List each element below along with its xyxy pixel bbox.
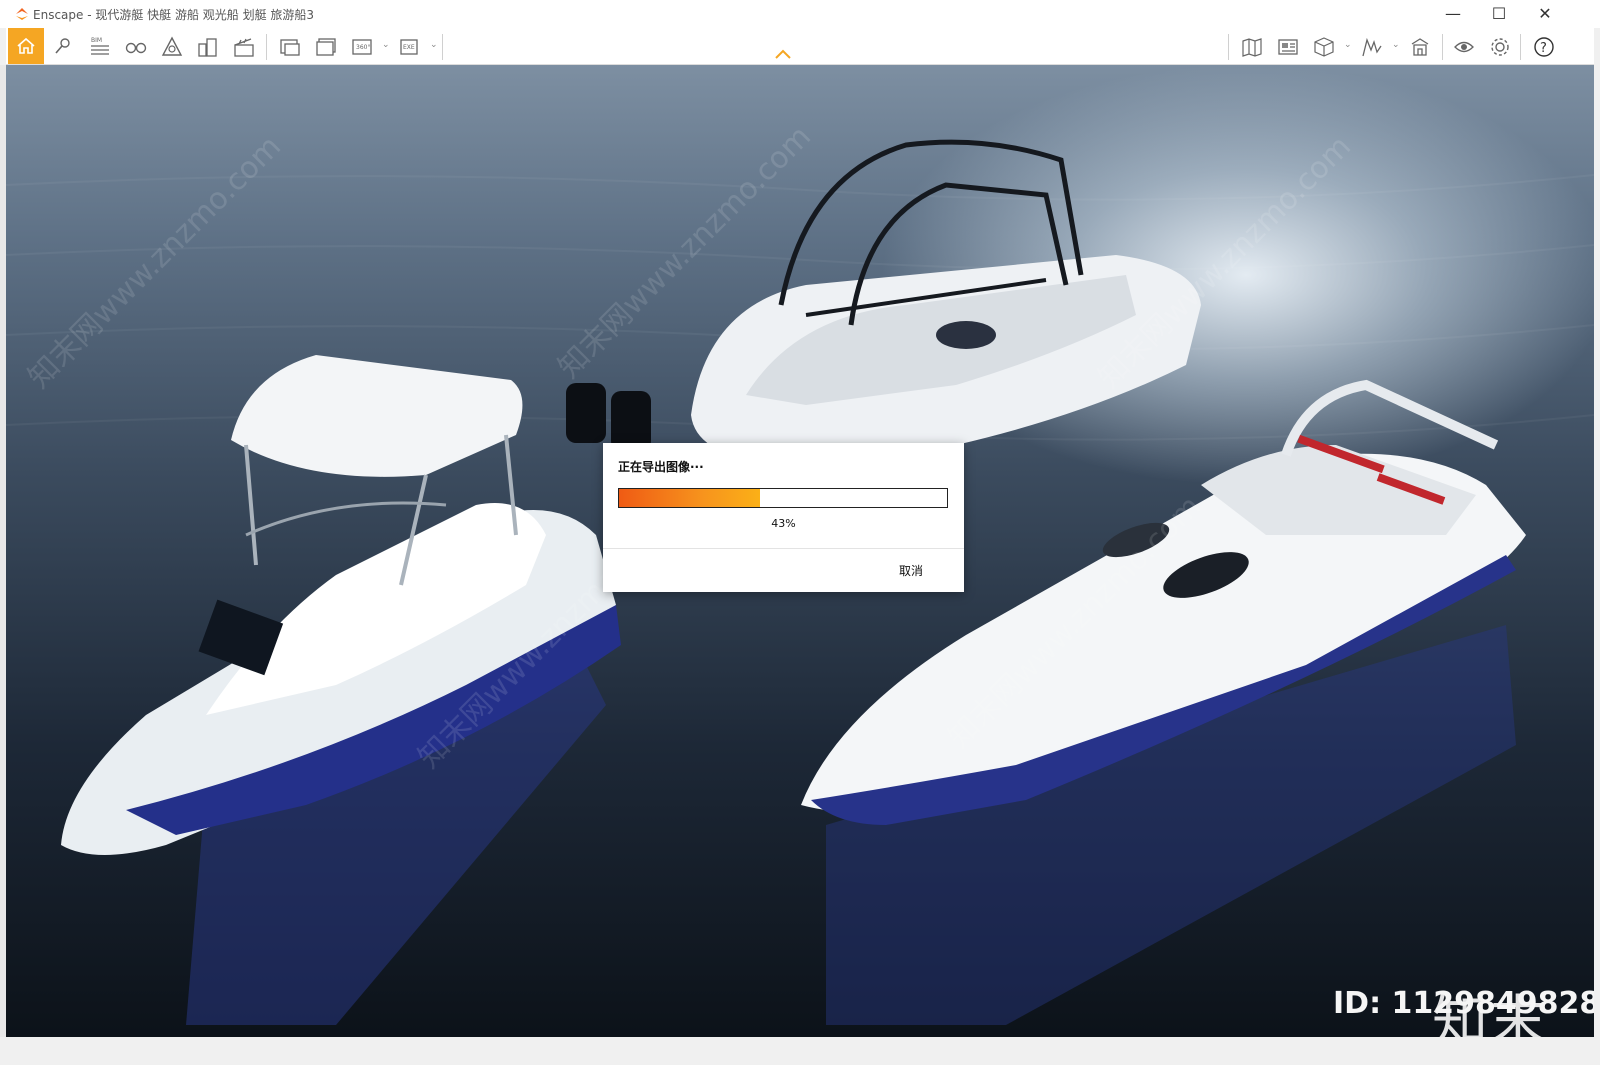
collapse-toolbar-chevron-icon[interactable] [773,47,793,61]
svg-text:?: ? [1540,41,1547,56]
svg-text:EXE: EXE [403,44,415,51]
toolbar-separator [1520,34,1521,60]
location-button[interactable] [46,30,80,62]
cancel-button[interactable]: 取消 [899,562,923,579]
help-button[interactable]: ? [1526,30,1560,62]
svg-text:BIM: BIM [91,37,102,44]
screenshot-icon [280,39,300,56]
home-icon [17,37,35,54]
close-button[interactable]: ✕ [1522,0,1568,28]
toolbar-separator [1442,34,1443,60]
progress-fill [619,489,761,507]
buildings-icon [198,38,217,57]
cube-button[interactable] [1306,30,1340,62]
bim-button[interactable]: BIM [82,30,116,62]
visual-settings-button[interactable] [154,30,188,62]
asset-library-button[interactable] [1402,30,1436,62]
watermark-id: ID: 1129849828 [1333,986,1594,1021]
clapper-button[interactable] [226,30,260,62]
home-button[interactable] [8,28,44,64]
window-title: Enscape - 现代游艇 快艇 游船 观光船 划艇 旅游船3 [33,8,315,22]
export-progress-bar [618,488,948,508]
panorama-360-icon: 360° [352,39,372,55]
map-button[interactable] [1234,30,1268,62]
material-editor-button[interactable] [1270,30,1304,62]
binoculars-icon [125,42,147,54]
screenshot-button[interactable] [272,30,306,62]
settings-icon [1491,38,1509,56]
toolbar-separator [266,34,267,60]
maximize-button[interactable]: ☐ [1476,0,1522,28]
view-button[interactable] [1446,30,1480,62]
visual-settings-icon [161,36,183,56]
export-exe-icon: EXE [400,39,418,55]
svg-text:360°: 360° [356,44,370,51]
dialog-title: 正在导出图像··· [618,460,704,474]
export-exe-button[interactable]: EXE [392,30,426,62]
batch-render-icon [316,38,336,56]
help-icon: ? [1534,37,1554,57]
toolbar-separator [1228,34,1229,60]
settings-button[interactable] [1482,30,1516,62]
buildings-button[interactable] [190,30,224,62]
toolbar: BIM 360° ⌄ EXE ⌄ ⌄ ⌄ ? [6,28,1594,65]
dialog-divider [603,548,964,549]
bim-icon: BIM [91,37,109,55]
site-context-icon [1362,37,1382,57]
batch-render-button[interactable] [308,30,342,62]
title-bar: Enscape - 现代游艇 快艇 游船 观光船 划艇 旅游船3 — ☐ ✕ [0,0,1600,28]
enscape-logo-icon [16,8,28,20]
eye-icon [1454,41,1474,53]
material-editor-icon [1278,39,1298,55]
export-progress-dialog: 正在导出图像··· 43% 取消 [603,443,964,592]
site-context-button[interactable] [1354,30,1388,62]
bottom-edge [0,1037,1600,1065]
panorama-dropdown-chevron-icon[interactable]: ⌄ [382,40,390,50]
clapper-icon [234,38,254,57]
location-icon [55,38,70,54]
site-dropdown-chevron-icon[interactable]: ⌄ [1392,40,1400,50]
panorama-button[interactable]: 360° [344,30,378,62]
minimize-button[interactable]: — [1430,0,1476,28]
cube-icon [1314,37,1334,57]
export-dropdown-chevron-icon[interactable]: ⌄ [430,40,438,50]
toolbar-separator [442,34,443,60]
map-icon [1242,38,1262,57]
progress-percent: 43% [771,517,796,530]
binoculars-button[interactable] [118,30,152,62]
asset-library-icon [1411,38,1429,56]
cube-dropdown-chevron-icon[interactable]: ⌄ [1344,40,1352,50]
